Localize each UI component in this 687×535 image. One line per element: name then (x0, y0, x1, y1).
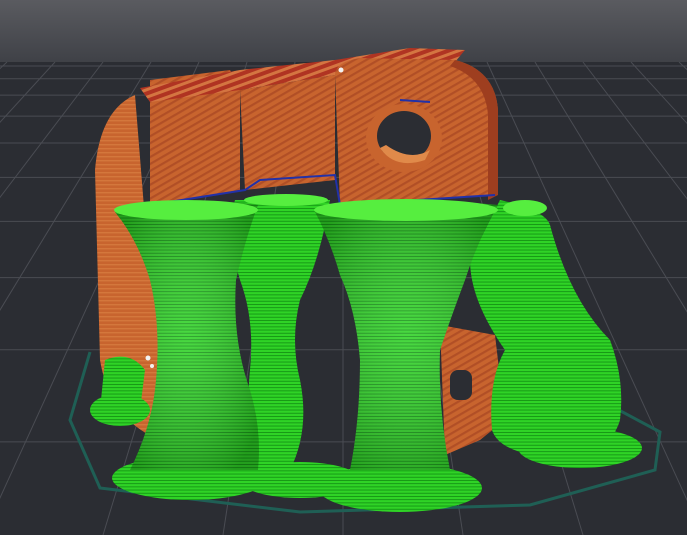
support-top-rim (314, 199, 498, 221)
layer-preview-canvas[interactable] (0, 0, 687, 535)
part-right-lower-hole (450, 370, 472, 400)
support-column (100, 356, 145, 415)
support-top-rim (503, 200, 547, 216)
seam-marker (338, 67, 344, 73)
part-middle-body (240, 75, 335, 190)
support-top-rim (244, 194, 328, 206)
seam-marker (145, 355, 151, 361)
support-top-rim (114, 200, 258, 220)
seam-marker (150, 364, 154, 368)
3d-viewport[interactable] (0, 0, 687, 535)
